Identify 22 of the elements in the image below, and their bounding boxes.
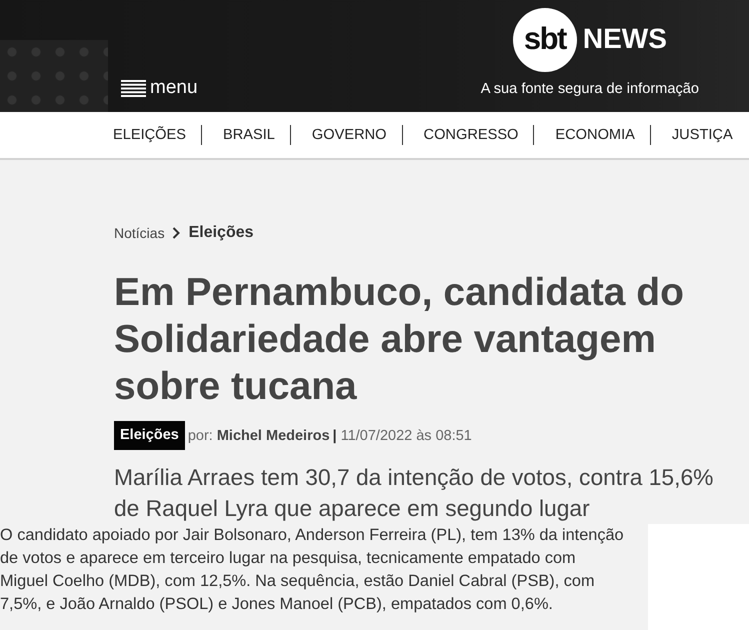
logo-mark[interactable]: sbt — [512, 8, 577, 72]
chevron-right-icon — [172, 227, 180, 239]
category-tag[interactable]: Eleições — [114, 421, 185, 450]
tagline: A sua fonte segura de informação — [480, 81, 699, 97]
body-paragraph: O candidato apoiado por Jair Bolsonaro, Anderson Ferreira (PL), tem 13% da intenção de votos e aparece em terceiro lugar na pesquisa, tecnicamente empatado com Miguel Coelho (MDB), com 12,5%. Na sequência, estão Daniel Cabral (PSB), com 7,5%, e João Arnaldo (PSOL) e Jones Manoel (PCB), empatados com 0,6%. — [0, 525, 625, 615]
nav-link[interactable]: GOVERNO — [312, 126, 387, 144]
author-name: Michel Medeiros — [216, 428, 330, 444]
article-subtitle: Marília Arraes tem 30,7 da intenção de votos, contra 15,6% de Raquel Lyra que aparece em segundo lugar — [114, 463, 714, 523]
nav-link[interactable]: CONGRESSO — [424, 126, 518, 144]
byline-separator: | — [332, 428, 337, 444]
logo-wordmark[interactable]: NEWS — [582, 24, 667, 54]
menu-button[interactable]: menu — [121, 78, 198, 98]
nav-link[interactable]: ELEIÇÕES — [113, 126, 186, 144]
breadcrumb-link[interactable]: Notícias — [114, 224, 165, 242]
menu-icon — [121, 80, 146, 96]
nav-link[interactable]: BRASIL — [223, 126, 275, 144]
article-title: Em Pernambuco, candidata do Solidariedade abre vantagem sobre tucana — [114, 270, 685, 410]
breadcrumb-link[interactable]: Eleições — [188, 224, 254, 242]
byline-prefix: por: — [188, 428, 213, 444]
publish-date: 11/07/2022 às 08:51 — [340, 428, 472, 444]
nav-link[interactable]: JUSTIÇA — [672, 126, 733, 144]
nav-link[interactable]: ECONOMIA — [555, 126, 635, 144]
